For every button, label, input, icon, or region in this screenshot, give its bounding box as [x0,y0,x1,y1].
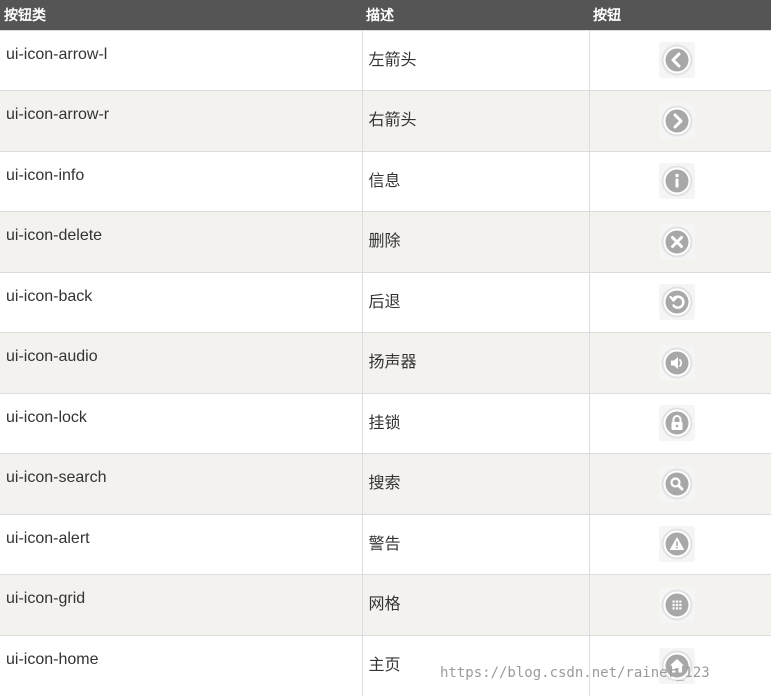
table-row: ui-icon-grid 网格 [0,574,771,635]
button-cell [588,513,771,575]
button-cell [588,332,771,393]
header-button-class: 按钮类 [0,0,362,30]
table-row: ui-icon-audio 扬声器 [0,332,771,393]
icon-table: 按钮类 描述 按钮 ui-icon-arrow-l 左箭头 ui-icon-arr… [0,0,771,696]
table-row: ui-icon-arrow-l 左箭头 [0,29,771,91]
watermark-url: https://blog.csdn.net/rainer_123 [440,665,710,681]
button-class-cell: ui-icon-arrow-l [0,29,362,91]
button-cell [588,574,771,635]
arrow-left-icon[interactable] [659,42,696,79]
description-cell: 警告 [361,513,589,575]
description-cell: 删除 [361,211,589,272]
description-cell: 网格 [361,574,589,635]
grid-icon[interactable] [659,586,696,623]
description-cell: 后退 [361,271,589,333]
description-cell: 右箭头 [361,90,589,151]
button-class-cell: ui-icon-search [0,453,362,514]
button-class-cell: ui-icon-lock [0,392,362,454]
button-class-cell: ui-icon-audio [0,332,362,393]
description-cell: 信息 [361,150,589,212]
button-class-cell: ui-icon-grid [0,574,362,635]
table-row: ui-icon-info 信息 [0,150,771,212]
button-class-cell: ui-icon-back [0,271,362,333]
button-class-cell: ui-icon-home [0,634,362,696]
delete-icon[interactable] [659,223,696,260]
description-cell: 搜索 [361,453,589,514]
button-cell [588,29,771,91]
search-icon[interactable] [659,465,696,502]
table-row: ui-icon-alert 警告 [0,513,771,575]
button-class-cell: ui-icon-delete [0,211,362,272]
table-row: ui-icon-arrow-r 右箭头 [0,90,771,151]
header-description: 描述 [362,0,589,30]
table-row: ui-icon-delete 删除 [0,211,771,272]
button-cell [588,392,771,454]
audio-icon[interactable] [659,344,696,381]
description-cell: 挂锁 [361,392,589,454]
back-icon[interactable] [659,284,696,321]
button-cell [588,150,771,212]
table-row: ui-icon-search 搜索 [0,453,771,514]
header-button: 按钮 [589,0,771,30]
table-row: ui-icon-lock 挂锁 [0,392,771,454]
description-cell: 扬声器 [361,332,589,393]
table-header-row: 按钮类 描述 按钮 [0,0,771,30]
button-cell [588,90,771,151]
description-cell: 左箭头 [361,29,589,91]
button-cell [588,271,771,333]
arrow-right-icon[interactable] [659,102,696,139]
alert-icon[interactable] [659,526,696,563]
button-class-cell: ui-icon-alert [0,513,362,575]
button-cell [588,211,771,272]
info-icon[interactable] [659,163,696,200]
button-class-cell: ui-icon-info [0,150,362,212]
lock-icon[interactable] [659,405,696,442]
button-class-cell: ui-icon-arrow-r [0,90,362,151]
table-row: ui-icon-back 后退 [0,271,771,333]
button-cell [588,453,771,514]
